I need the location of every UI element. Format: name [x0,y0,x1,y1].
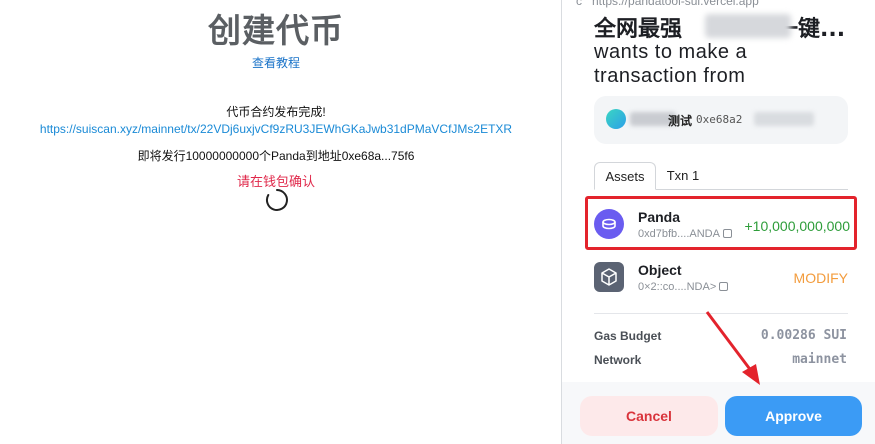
request-text-line-1: wants to make a [594,41,748,63]
issue-info: 即将发行10000000000个Panda到地址0xe68a...75f6 [137,149,415,163]
section-divider [594,313,848,314]
account-address: 0xe68a2 [696,113,743,126]
cube-icon [594,262,624,292]
loading-spinner-icon [265,189,288,211]
cancel-button[interactable]: Cancel [580,396,718,436]
asset-name: Object [638,262,682,278]
copy-icon[interactable] [719,282,729,291]
highlight-annotation-box [585,196,857,250]
redacted-blur [754,112,814,126]
account-avatar [606,109,626,129]
site-icon: c [576,0,582,8]
asset-type-text: 0×2::co....NDA> [638,281,717,293]
page-title: 创建代币 [208,11,344,50]
site-url: https://pandatool-sui.vercel.app [592,0,759,8]
asset-modify-label: MODIFY [793,270,848,286]
asset-row-object[interactable]: Object 0×2::co....NDA> MODIFY [594,256,848,300]
gas-budget-value: 0.00286 SUI [760,328,847,343]
asset-type: 0×2::co....NDA> [638,281,729,293]
tab-bar: Assets Txn 1 [594,162,848,190]
redacted-blur [705,14,791,38]
transaction-link[interactable]: https://suiscan.xyz/mainnet/tx/22VDj6uxj… [0,122,552,136]
account-card: 测试 0xe68a2 [594,96,848,144]
gas-budget-label: Gas Budget [594,329,662,343]
request-text-line-2: transaction from [594,65,746,87]
tab-assets[interactable]: Assets [594,162,656,190]
tab-txn-1[interactable]: Txn 1 [660,162,706,190]
dapp-name-prefix: 全网最强 [594,17,683,42]
contract-published-status: 代币合约发布完成! [226,105,326,119]
dapp-page: 创建代币 查看教程 代币合约发布完成! https://suiscan.xyz/… [0,0,560,444]
network-value: mainnet [792,352,847,367]
approve-button[interactable]: Approve [725,396,862,436]
network-label: Network [594,353,642,367]
tutorial-link[interactable]: 查看教程 [0,54,552,71]
account-name: 测试 [668,114,693,128]
